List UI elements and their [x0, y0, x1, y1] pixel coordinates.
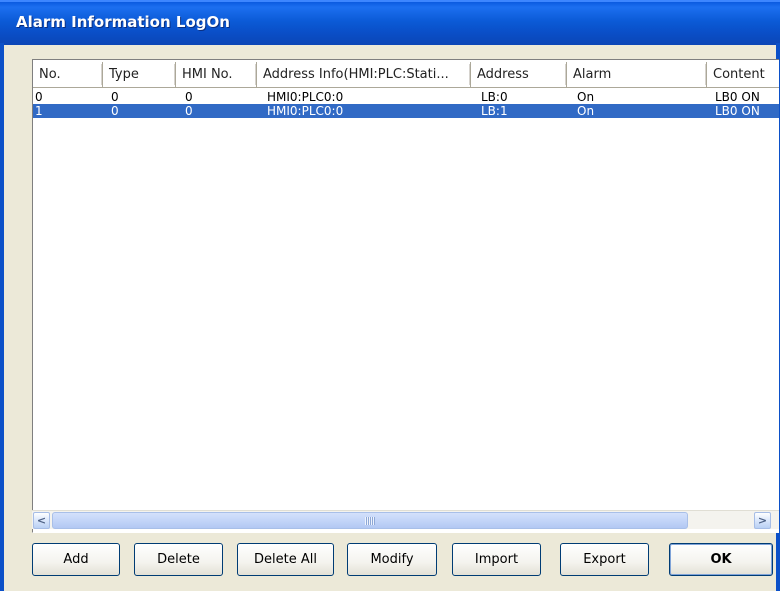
- cell-type: 0: [111, 104, 119, 118]
- alarm-list[interactable]: No. Type HMI No. Address Info(HMI:PLC:St…: [32, 59, 779, 533]
- window-frame-left: [0, 43, 4, 591]
- alarm-info-dialog: Alarm Information LogOn No. Type HMI No.…: [0, 0, 780, 591]
- cell-no: 0: [35, 90, 43, 104]
- cell-alarm: On: [577, 90, 595, 104]
- column-header-alarm[interactable]: Alarm: [567, 62, 707, 88]
- cell-address: LB:0: [481, 90, 508, 104]
- column-header-type[interactable]: Type: [103, 62, 176, 88]
- scroll-thumb[interactable]: [52, 512, 688, 529]
- column-header-no[interactable]: No.: [33, 62, 103, 88]
- cell-no: 1: [35, 104, 43, 118]
- grip-icon: [365, 517, 375, 525]
- column-header-hmi-no[interactable]: HMI No.: [176, 62, 257, 88]
- column-header-address[interactable]: Address: [471, 62, 567, 88]
- delete-button[interactable]: Delete: [134, 543, 223, 576]
- column-header-address-info[interactable]: Address Info(HMI:PLC:Stati...: [257, 62, 471, 88]
- ok-button[interactable]: OK: [669, 543, 773, 576]
- delete-all-button[interactable]: Delete All: [237, 543, 334, 576]
- cell-type: 0: [111, 90, 119, 104]
- cell-alarm: On: [577, 104, 595, 118]
- scroll-left-button[interactable]: <: [33, 512, 50, 529]
- export-button[interactable]: Export: [560, 543, 649, 576]
- table-row[interactable]: 0 0 0 HMI0:PLC0:0 LB:0 On LB0 ON: [33, 90, 779, 104]
- cell-hmi-no: 0: [185, 90, 193, 104]
- cell-address-info: HMI0:PLC0:0: [267, 90, 344, 104]
- horizontal-scrollbar[interactable]: < >: [32, 510, 779, 529]
- list-header: No. Type HMI No. Address Info(HMI:PLC:St…: [33, 62, 779, 88]
- cell-content: LB0 ON: [715, 90, 760, 104]
- title-bar[interactable]: Alarm Information LogOn: [0, 0, 780, 45]
- table-row-selected[interactable]: 1 0 0 HMI0:PLC0:0 LB:1 On LB0 ON: [33, 104, 779, 118]
- column-header-content[interactable]: Content: [707, 62, 779, 88]
- cell-address: LB:1: [481, 104, 508, 118]
- window-title: Alarm Information LogOn: [16, 13, 230, 31]
- modify-button[interactable]: Modify: [347, 543, 437, 576]
- scroll-right-button[interactable]: >: [754, 512, 771, 529]
- cell-address-info: HMI0:PLC0:0: [267, 104, 344, 118]
- cell-content: LB0 ON: [715, 104, 760, 118]
- chevron-left-icon: <: [36, 514, 47, 527]
- add-button[interactable]: Add: [32, 543, 120, 576]
- cell-hmi-no: 0: [185, 104, 193, 118]
- chevron-right-icon: >: [757, 514, 768, 527]
- import-button[interactable]: Import: [452, 543, 541, 576]
